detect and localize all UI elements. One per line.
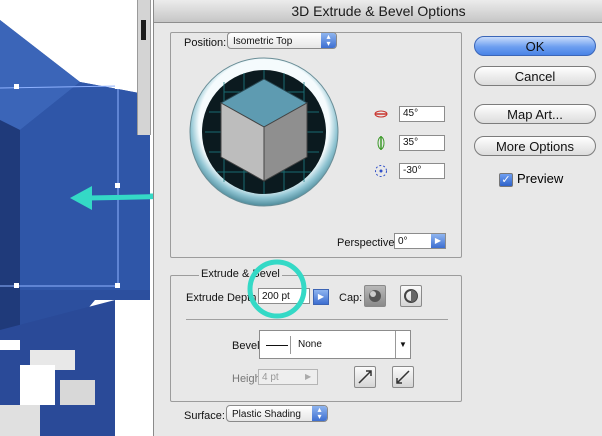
- cap-off-icon: [404, 289, 418, 303]
- bevel-shape-preview: [264, 336, 291, 354]
- y-rotation-icon: [377, 136, 385, 150]
- depth-slider-arrow-icon[interactable]: ▶: [313, 289, 329, 305]
- bevel-out-button[interactable]: [354, 366, 376, 388]
- height-value: 4 pt: [262, 372, 279, 383]
- height-field[interactable]: 4 pt ▶: [258, 369, 318, 385]
- preview-checkbox[interactable]: ✓: [499, 173, 513, 187]
- bevel-value: None: [298, 339, 322, 350]
- dialog-title: 3D Extrude & Bevel Options: [154, 0, 602, 23]
- position-preset-select[interactable]: Isometric Top ▴ ▾: [227, 32, 337, 49]
- perspective-field[interactable]: 0° ▶: [394, 233, 446, 249]
- rotation-track-cube[interactable]: [189, 57, 339, 207]
- preview-label: Preview: [517, 171, 564, 186]
- x-rotation-icon: [374, 110, 388, 118]
- surface-select[interactable]: Plastic Shading ▴ ▾: [226, 405, 328, 422]
- artwork-canvas[interactable]: [0, 0, 160, 436]
- z-rotation-field[interactable]: [399, 163, 445, 179]
- z-rotation-icon: [375, 165, 387, 177]
- surface-label: Surface:: [184, 410, 225, 422]
- play-arrow-icon[interactable]: ▶: [431, 234, 445, 248]
- cancel-button[interactable]: Cancel: [474, 66, 596, 86]
- ok-button[interactable]: OK: [474, 36, 596, 56]
- chevron-updown-icon: ▴ ▾: [321, 33, 336, 48]
- perspective-value: 0°: [398, 236, 408, 247]
- separator: [186, 319, 448, 320]
- cap-off-button[interactable]: [400, 285, 422, 307]
- bevel-select[interactable]: None ▼: [259, 330, 411, 359]
- window-edge: [137, 0, 151, 135]
- bevel-label: Bevel:: [232, 340, 263, 352]
- chevron-down-icon: ▼: [395, 331, 410, 358]
- chevron-updown-icon: ▴ ▾: [312, 406, 327, 421]
- extrude-bevel-dialog: 3D Extrude & Bevel Options Position: Iso…: [153, 0, 602, 436]
- x-rotation-field[interactable]: [399, 106, 445, 122]
- cap-on-button[interactable]: [364, 285, 386, 307]
- surface-value: Plastic Shading: [232, 409, 301, 420]
- bevel-in-button[interactable]: [392, 366, 414, 388]
- cap-label: Cap:: [339, 292, 363, 304]
- artwork-3d-shape: [0, 20, 160, 436]
- highlight-circle: [247, 259, 307, 319]
- more-options-button[interactable]: More Options: [474, 136, 596, 156]
- position-preset-value: Isometric Top: [233, 36, 293, 47]
- position-label: Position:: [184, 37, 227, 49]
- perspective-label: Perspective:: [337, 237, 398, 249]
- map-art-button[interactable]: Map Art...: [474, 104, 596, 124]
- height-arrow-icon: ▶: [305, 372, 312, 381]
- bevel-out-icon: [358, 370, 372, 384]
- bevel-in-icon: [396, 370, 410, 384]
- y-rotation-field[interactable]: [399, 135, 445, 151]
- cap-on-icon: [369, 290, 381, 302]
